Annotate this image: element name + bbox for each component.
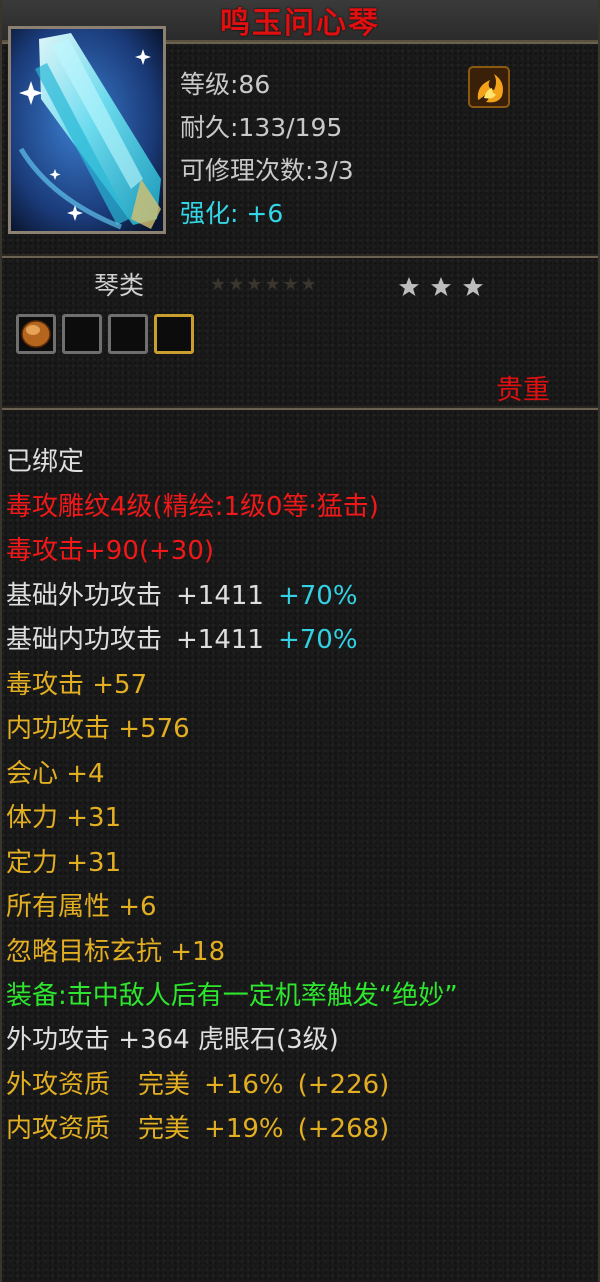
outer-base-label: 基础外功攻击 (6, 580, 163, 611)
crit: 会心 +4 (6, 758, 105, 789)
all-attributes: 所有属性 +6 (6, 892, 157, 922)
inner-base-attack: 基础内功攻击 +1411 +70% (6, 618, 596, 663)
gem-socket-empty[interactable] (108, 314, 148, 354)
amber-gem-icon (21, 320, 51, 348)
fire-element-icon (468, 66, 510, 108)
outer-quality-value: +16% (204, 1069, 284, 1100)
qin-item-icon[interactable] (8, 26, 166, 234)
gem-socket-empty[interactable] (62, 314, 102, 354)
attribute-list: 已绑定 毒攻雕纹4级(精绘:1级0等·猛击) 毒攻击+90(+30) 基础外功攻… (6, 440, 596, 1152)
faded-star-row: ★★★★★★ (210, 274, 319, 295)
ignore-resistance: 忽略目标玄抗 +18 (6, 936, 226, 967)
outer-quality-grade: 完美 (138, 1069, 191, 1100)
inner-quality-label: 内攻资质 (6, 1114, 111, 1144)
star-icon (399, 277, 419, 296)
inner-quality: 内攻资质 完美 +19% (+268) (6, 1107, 596, 1152)
item-repair-count: 可修理次数:3/3 (180, 156, 354, 185)
focus: 定力 +31 (6, 847, 122, 878)
engrave-poison-attack: 毒攻击+90(+30) (6, 536, 215, 566)
item-category: 琴类 (94, 271, 145, 300)
rarity-label: 贵重 (496, 375, 550, 406)
inner-base-pct: +70% (277, 625, 358, 655)
outer-quality-label: 外攻资质 (6, 1069, 111, 1100)
inner-quality-grade: 完美 (138, 1114, 191, 1144)
inner-base-value: +1411 (176, 625, 264, 655)
equip-effect: 装备:击中敌人后有一定机率触发“绝妙” (6, 981, 458, 1011)
stamina: 体力 +31 (6, 803, 122, 833)
enhance-value: +6 (246, 199, 284, 228)
enhance-label: 强化: (180, 199, 239, 228)
item-level: 等级:86 (180, 70, 271, 99)
item-durability: 耐久:133/195 (180, 113, 343, 142)
item-tooltip: 鸣玉问心琴 等级:86 耐久:133/195 可修理次数:3/3 强化: +6 … (0, 0, 600, 1282)
gem-attack-line: 外功攻击 +364 虎眼石(3级) (6, 1025, 339, 1055)
item-name: 鸣玉问心琴 (220, 6, 380, 41)
bound-status: 已绑定 (6, 447, 85, 477)
outer-base-pct: +70% (277, 580, 358, 611)
gem-sockets (16, 314, 194, 354)
outer-quality-bonus: (+226) (297, 1069, 390, 1100)
engrave-line: 毒攻雕纹4级(精绘:1级0等·猛击) (6, 491, 379, 522)
star-icon (463, 277, 483, 296)
inner-base-label: 基础内功攻击 (6, 625, 163, 655)
inner-quality-bonus: (+268) (297, 1114, 390, 1144)
inner-quality-value: +19% (204, 1114, 284, 1144)
gem-socket-filled[interactable] (16, 314, 56, 354)
gem-socket-empty-gold[interactable] (154, 314, 194, 354)
outer-base-attack: 基础外功攻击 +1411 +70% (6, 574, 596, 619)
poison-attack: 毒攻击 +57 (6, 669, 148, 700)
inner-attack: 内功攻击 +576 (6, 714, 190, 744)
outer-base-value: +1411 (176, 580, 264, 611)
item-enhance: 强化: +6 (180, 199, 283, 229)
star-icon (431, 277, 451, 296)
outer-quality: 外攻资质 完美 +16% (+226) (6, 1063, 596, 1108)
